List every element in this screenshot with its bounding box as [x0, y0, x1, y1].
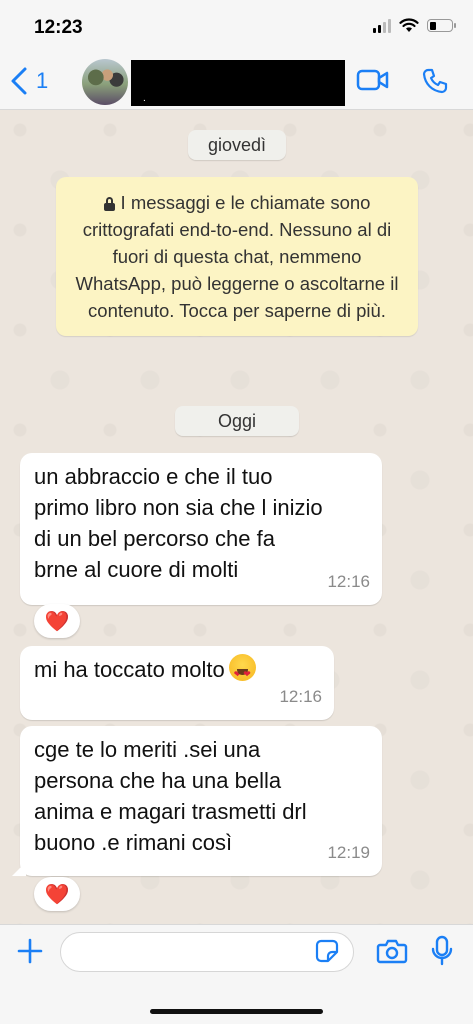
home-indicator: [150, 1009, 323, 1014]
add-attachment-button[interactable]: [16, 937, 44, 970]
chat-header: 1 .: [0, 56, 473, 110]
plus-icon: [17, 938, 43, 964]
encryption-notice-text: I messaggi e le chiamate sono crittograf…: [75, 192, 399, 321]
reaction-badge[interactable]: ❤️: [34, 604, 80, 638]
battery-icon: [427, 19, 456, 32]
contact-subtitle: .: [143, 93, 146, 104]
lock-icon: [103, 197, 115, 211]
unread-count: 1: [36, 68, 49, 93]
heart-eyes-emoji-icon: [228, 654, 256, 690]
heart-reaction-icon: ❤️: [44, 610, 70, 633]
chat-area[interactable]: giovedì I messaggi e le chiamate sono cr…: [0, 110, 473, 924]
date-chip: giovedì: [188, 130, 286, 160]
message-text: mi ha toccato molto: [34, 657, 225, 682]
incoming-message[interactable]: un abbraccio e che il tuo primo libro no…: [20, 453, 382, 605]
message-content: mi ha toccato molto: [20, 646, 334, 690]
camera-icon: [376, 939, 408, 964]
sticker-button[interactable]: [315, 939, 339, 968]
incoming-message[interactable]: cge te lo meriti .sei una persona che ha…: [12, 726, 382, 876]
bubble-tail: [12, 862, 26, 876]
voice-call-button[interactable]: [422, 68, 448, 99]
signal-icon: [373, 18, 391, 33]
video-call-button[interactable]: [356, 68, 390, 97]
incoming-message[interactable]: mi ha toccato molto 12:16: [20, 646, 334, 720]
message-time: 12:16: [279, 687, 322, 706]
camera-button[interactable]: [376, 937, 408, 970]
message-input[interactable]: [60, 932, 354, 972]
status-icons: [373, 18, 456, 33]
heart-reaction-icon: ❤️: [44, 883, 70, 906]
reaction-badge[interactable]: ❤️: [34, 877, 80, 911]
contact-name-redacted[interactable]: .: [131, 60, 345, 106]
phone-icon: [422, 68, 448, 94]
wifi-icon: [399, 18, 419, 32]
status-bar: 12:23: [0, 0, 473, 56]
encryption-notice[interactable]: I messaggi e le chiamate sono crittograf…: [56, 177, 418, 336]
video-camera-icon: [356, 69, 389, 91]
message-time: 12:19: [327, 843, 370, 862]
microphone-button[interactable]: [430, 935, 454, 972]
status-time: 12:23: [34, 17, 83, 38]
sticker-icon: [315, 939, 339, 963]
back-button[interactable]: 1: [10, 66, 48, 96]
message-time: 12:16: [327, 572, 370, 591]
input-bar: [0, 924, 473, 1024]
microphone-icon: [431, 935, 453, 966]
date-chip: Oggi: [175, 406, 299, 436]
chevron-left-icon: [11, 67, 27, 95]
avatar[interactable]: [82, 59, 128, 105]
